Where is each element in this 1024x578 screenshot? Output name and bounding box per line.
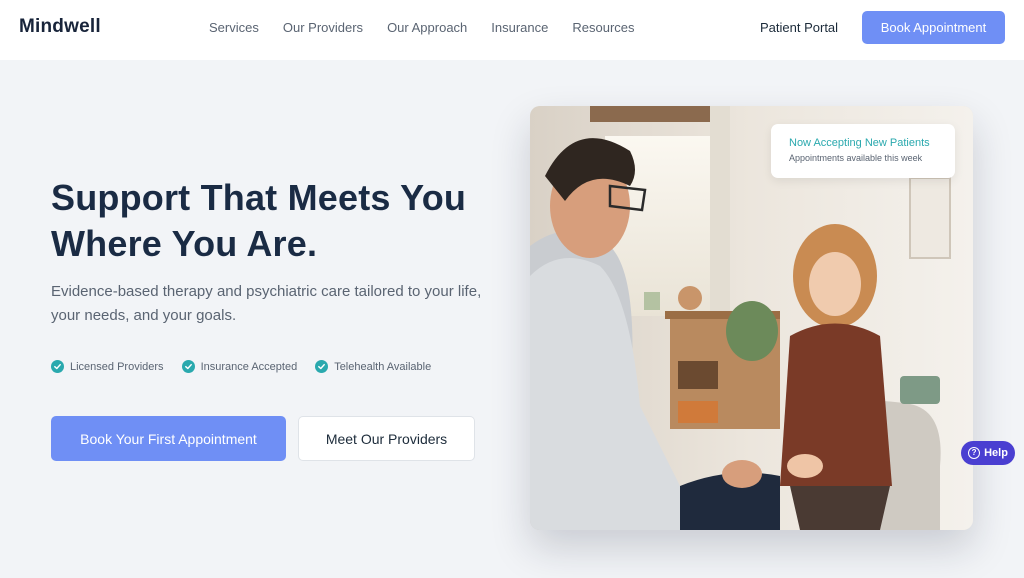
nav-services[interactable]: Services	[209, 20, 259, 35]
nav-resources[interactable]: Resources	[572, 20, 634, 35]
site-header: Mindwell Services Our Providers Our Appr…	[0, 0, 1024, 60]
check-icon	[315, 360, 329, 373]
book-appointment-button[interactable]: Book Appointment	[862, 11, 1005, 44]
feature-item: Insurance Accepted	[181, 360, 298, 373]
book-first-appointment-button[interactable]: Book Your First Appointment	[51, 416, 286, 461]
feature-label: Licensed Providers	[70, 360, 164, 373]
feature-item: Licensed Providers	[51, 360, 164, 373]
badge-subtitle: Appointments available this week	[789, 153, 923, 163]
hero-subtext: Evidence-based therapy and psychiatric c…	[51, 283, 482, 324]
feature-label: Insurance Accepted	[200, 360, 298, 373]
badge-title: Now Accepting New Patients	[789, 137, 930, 149]
patient-portal-link[interactable]: Patient Portal	[760, 20, 838, 35]
question-icon: ?	[968, 447, 981, 459]
nav-our-approach[interactable]: Our Approach	[387, 20, 467, 35]
new-patients-badge: Now Accepting New Patients Appointments …	[771, 124, 955, 178]
nav-our-providers[interactable]: Our Providers	[283, 20, 363, 35]
feature-label: Telehealth Available	[334, 360, 432, 373]
hero-headline: Support That Meets You Where You Are.	[51, 177, 467, 264]
check-icon	[51, 360, 64, 373]
logo[interactable]: Mindwell	[19, 16, 101, 38]
feature-list: Licensed Providers Insurance Accepted Te…	[51, 360, 431, 373]
help-label: Help	[984, 447, 1008, 459]
meet-providers-button[interactable]: Meet Our Providers	[298, 416, 475, 461]
feature-item: Telehealth Available	[315, 360, 431, 373]
main-nav: Services Our Providers Our Approach Insu…	[209, 20, 635, 35]
check-icon	[181, 360, 195, 373]
nav-insurance[interactable]: Insurance	[491, 20, 548, 35]
help-button[interactable]: ? Help	[961, 441, 1015, 465]
